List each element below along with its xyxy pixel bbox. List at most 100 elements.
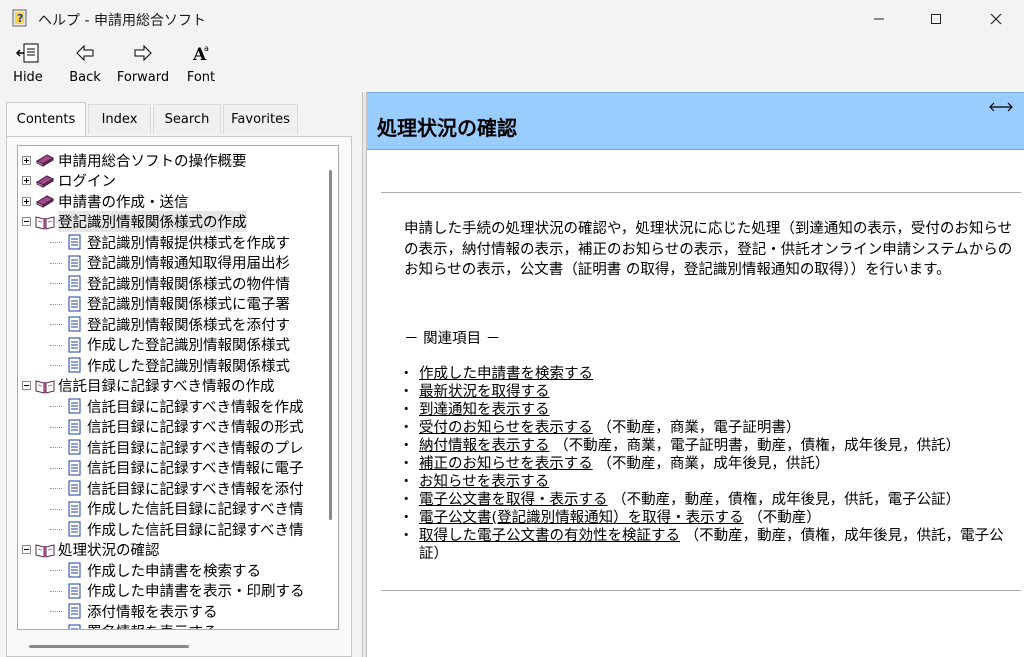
tree-topic-item[interactable]: 作成した申請書を表示・印刷する	[50, 581, 305, 602]
tree-topic-item[interactable]: 作成した登記識別情報関係様式	[50, 355, 290, 376]
related-item: 補正のお知らせを表示する （不動産，商業，成年後見，供託）	[399, 455, 1024, 473]
tree-item-label: 登記識別情報関係様式の物件情	[87, 276, 290, 293]
expand-plus-icon[interactable]	[22, 196, 31, 206]
help-page-icon	[68, 398, 81, 414]
tree-horizontal-scrollbar[interactable]	[29, 643, 299, 649]
help-page-icon	[68, 296, 81, 312]
related-note: （不動産，動産，債権，成年後見，供託，電子公証）	[607, 492, 961, 508]
tree-topic-item[interactable]: 作成した申請書を検索する	[50, 560, 261, 581]
minimize-button[interactable]	[856, 0, 902, 38]
related-item: 電子公文書(登記識別情報通知）を取得・表示する （不動産）	[399, 509, 1024, 527]
close-button[interactable]	[973, 0, 1019, 38]
close-icon	[990, 13, 1002, 25]
tab-contents-label: Contents	[16, 112, 76, 127]
tree-item-label: 作成した登記識別情報関係様式	[87, 358, 290, 375]
contents-tree[interactable]: 申請用総合ソフトの操作概要ログイン 申請書の作成・送信 登記識別情報関係様式の作成登…	[17, 145, 339, 630]
tree-book-item[interactable]: 信託目録に記録すべき情報の作成	[22, 376, 274, 397]
collapse-minus-icon[interactable]	[22, 217, 31, 227]
hide-button[interactable]: Hide	[10, 42, 46, 90]
tab-contents[interactable]: Contents	[6, 102, 86, 136]
tree-book-item[interactable]: 申請用総合ソフトの操作概要	[22, 150, 247, 171]
tab-search-label: Search	[164, 112, 210, 127]
tree-topic-item[interactable]: 登記識別情報提供様式を作成す	[50, 232, 290, 253]
tree-horizontal-scroll-thumb[interactable]	[29, 645, 189, 648]
topic-description: 申請した手続の処理状況の確認や，処理状況に応じた処理（到達通知の表示，受付のお知…	[404, 221, 1013, 278]
help-page-icon	[68, 357, 81, 373]
tree-book-item[interactable]: 申請書の作成・送信	[22, 191, 189, 212]
related-link[interactable]: 作成した申請書を検索する	[419, 366, 593, 382]
tree-topic-item[interactable]: 登記識別情報通知取得用届出杉	[50, 253, 290, 274]
tree-topic-item[interactable]: 作成した信託目録に記録すべき情	[50, 519, 303, 540]
related-note: （不動産，商業，電子証明書，動産，債権，成年後見，供託）	[549, 438, 961, 454]
help-page-icon	[68, 480, 81, 496]
tree-connector	[50, 303, 62, 305]
related-link[interactable]: 到達通知を表示する	[419, 402, 550, 418]
tree-topic-item[interactable]: 作成した信託目録に記録すべき情	[50, 499, 303, 520]
closed-book-icon	[35, 195, 55, 209]
related-item: 最新状況を取得する	[399, 383, 1024, 401]
related-item: 取得した電子公文書の有効性を検証する （不動産，動産，債権，成年後見，供託，電子…	[399, 527, 1024, 563]
tree-topic-item[interactable]: 信託目録に記録すべき情報のプレ	[50, 437, 303, 458]
tree-item-label: 信託目録に記録すべき情報を作成	[87, 399, 304, 416]
related-link[interactable]: 電子公文書(登記識別情報通知）を取得・表示する	[419, 510, 744, 526]
related-link[interactable]: 取得した電子公文書の有効性を検証する	[419, 528, 680, 544]
divider-top	[381, 192, 1021, 193]
tree-item-label: 登記識別情報関係様式の作成	[58, 211, 247, 233]
expand-plus-icon[interactable]	[22, 176, 31, 186]
related-link[interactable]: 電子公文書を取得・表示する	[419, 492, 608, 508]
tree-vertical-scroll-thumb[interactable]	[329, 170, 332, 520]
tree-connector	[50, 283, 62, 284]
tree-topic-item[interactable]: 添付情報を表示する	[50, 601, 218, 622]
tree-topic-item[interactable]: 登記識別情報関係様式に電子署	[50, 294, 290, 315]
collapse-minus-icon[interactable]	[22, 381, 31, 391]
tree-item-label: 信託目録に記録すべき情報を添付	[87, 481, 304, 498]
tree-item-label: ログイン	[58, 174, 116, 191]
forward-button[interactable]: Forward	[116, 42, 170, 90]
related-link[interactable]: 納付情報を表示する	[419, 438, 550, 454]
expand-all-icon[interactable]	[988, 101, 1014, 113]
related-item: 到達通知を表示する	[399, 401, 1024, 419]
help-page-icon	[68, 501, 81, 517]
open-book-icon	[35, 380, 55, 394]
font-button[interactable]: A a Font	[183, 42, 219, 90]
tree-vertical-scrollbar[interactable]	[326, 148, 336, 628]
related-link[interactable]: お知らせを表示する	[419, 474, 549, 490]
tree-book-item[interactable]: 登記識別情報関係様式の作成	[22, 211, 247, 233]
arrow-right-icon	[134, 44, 152, 62]
tab-search[interactable]: Search	[153, 104, 221, 134]
related-link[interactable]: 最新状況を取得する	[419, 384, 550, 400]
tree-book-item[interactable]: ログイン	[22, 171, 116, 192]
tab-index[interactable]: Index	[88, 104, 151, 134]
tree-item-label: 信託目録に記録すべき情報に電子	[87, 461, 304, 478]
svg-text:a: a	[204, 44, 209, 53]
tree-topic-item[interactable]: 信託目録に記録すべき情報を添付	[50, 478, 304, 499]
tree-topic-item[interactable]: 作成した登記識別情報関係様式	[50, 335, 290, 356]
tree-item-label: 登記識別情報提供様式を作成す	[87, 235, 290, 252]
hide-pane-icon	[15, 43, 39, 63]
tree-connector	[50, 365, 62, 366]
maximize-button[interactable]	[913, 0, 959, 38]
expand-plus-icon[interactable]	[22, 155, 31, 165]
tree-topic-item[interactable]: 署名情報を表示する	[64, 622, 218, 629]
tree-connector	[50, 324, 62, 325]
tree-topic-item[interactable]: 信託目録に記録すべき情報を作成	[50, 396, 304, 417]
tree-book-item[interactable]: 処理状況の確認	[22, 540, 160, 561]
related-link[interactable]: 受付のお知らせを表示する	[419, 420, 593, 436]
tree-topic-item[interactable]: 信託目録に記録すべき情報に電子	[50, 458, 304, 479]
closed-book-icon	[35, 175, 55, 188]
related-item: お知らせを表示する	[399, 473, 1024, 491]
tab-favorites-label: Favorites	[231, 112, 290, 127]
tree-item-label: 信託目録に記録すべき情報の作成	[58, 379, 275, 396]
collapse-minus-icon[interactable]	[22, 545, 31, 555]
tree-item-label: 添付情報を表示する	[87, 604, 218, 621]
related-link[interactable]: 補正のお知らせを表示する	[419, 456, 593, 472]
tree-topic-item[interactable]: 登記識別情報関係様式を添付す	[50, 314, 290, 335]
related-item: 作成した申請書を検索する	[399, 365, 1024, 383]
font-label: Font	[186, 70, 216, 85]
tab-favorites[interactable]: Favorites	[223, 104, 298, 134]
tree-topic-item[interactable]: 登記識別情報関係様式の物件情	[50, 273, 290, 294]
window-title: ヘルプ - 申請用総合ソフト	[38, 13, 206, 29]
tree-topic-item[interactable]: 信託目録に記録すべき情報の形式	[50, 417, 303, 438]
help-page-icon	[68, 439, 81, 455]
back-button[interactable]: Back	[66, 42, 104, 90]
